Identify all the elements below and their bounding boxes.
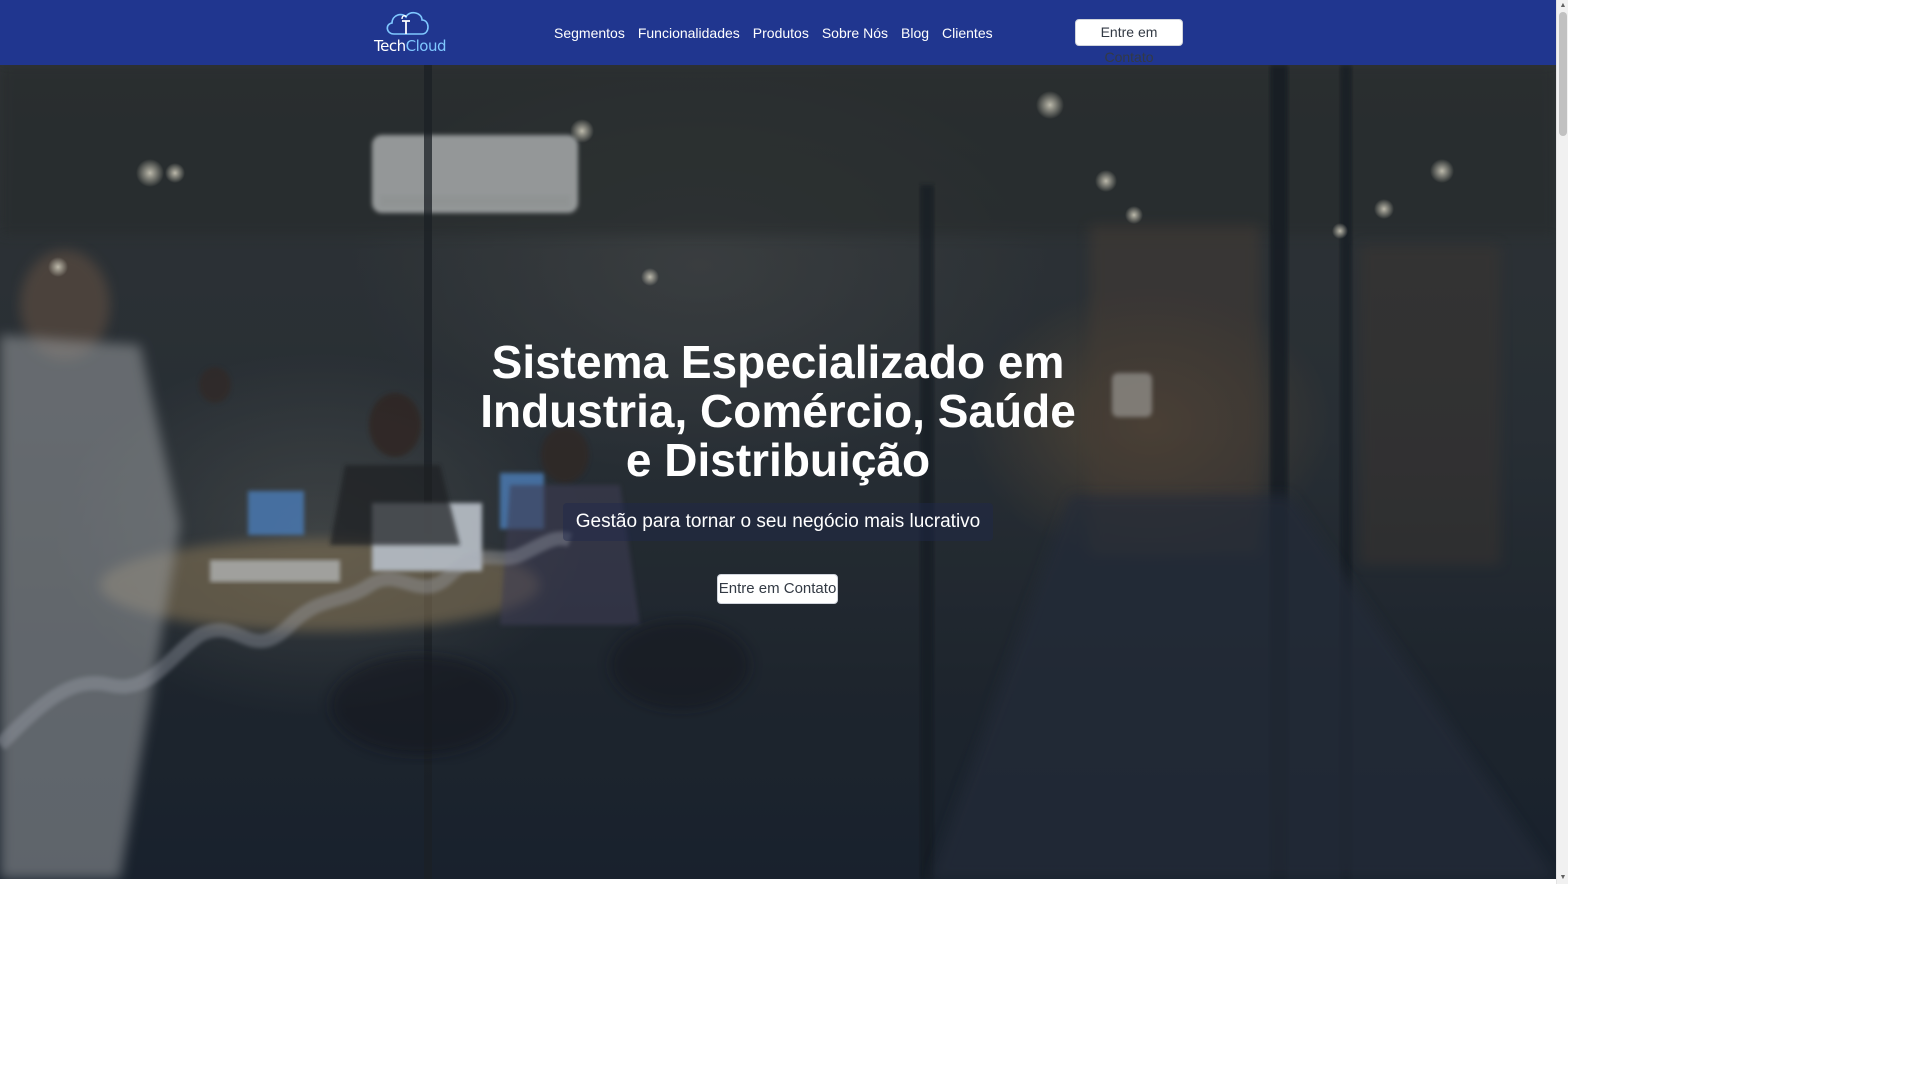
hero-title-line3: e Distribuição <box>625 434 931 486</box>
main-menu: Segmentos Funcionalidades Produtos Sobre… <box>554 0 993 65</box>
scrollbar-thumb[interactable] <box>1559 12 1567 136</box>
logo-wordmark: TechCloud <box>372 37 448 55</box>
hero-title-line1: Sistema Especializado em <box>491 336 1065 388</box>
nav-item-sobre-nos[interactable]: Sobre Nós <box>822 25 888 41</box>
triangle-up-icon[interactable]: ▲ <box>1557 1 1568 11</box>
hero-section: Sistema Especializado em Industria, Comér… <box>0 65 1556 879</box>
logo-text-cloud: Cloud <box>405 37 447 55</box>
logo-text-tech: Tech <box>374 37 406 55</box>
nav-item-funcionalidades[interactable]: Funcionalidades <box>638 25 740 41</box>
nav-item-blog[interactable]: Blog <box>901 25 929 41</box>
nav-item-segmentos[interactable]: Segmentos <box>554 25 625 41</box>
top-navbar: TechCloud Segmentos Funcionalidades Prod… <box>0 0 1556 65</box>
hero-subtitle: Gestão para tornar o seu negócio mais lu… <box>563 503 993 541</box>
page-bottom-edge <box>0 879 1556 884</box>
techcloud-logo[interactable]: TechCloud <box>372 8 448 58</box>
triangle-down-icon[interactable]: ▼ <box>1557 873 1568 883</box>
nav-item-produtos[interactable]: Produtos <box>753 25 809 41</box>
nav-contact-button[interactable]: Entre em Contato <box>1075 19 1183 65</box>
hero-title-line2: Industria, Comércio, Saúde <box>480 385 1076 437</box>
vertical-scrollbar[interactable]: ▲ ▼ <box>1556 0 1568 884</box>
cloud-icon <box>386 11 429 35</box>
page: TechCloud Segmentos Funcionalidades Prod… <box>0 0 1568 884</box>
hero-contact-button[interactable]: Entre em Contato <box>717 574 838 604</box>
nav-item-clientes[interactable]: Clientes <box>942 25 993 41</box>
hero-title: Sistema Especializado em Industria, Comér… <box>460 338 1096 485</box>
